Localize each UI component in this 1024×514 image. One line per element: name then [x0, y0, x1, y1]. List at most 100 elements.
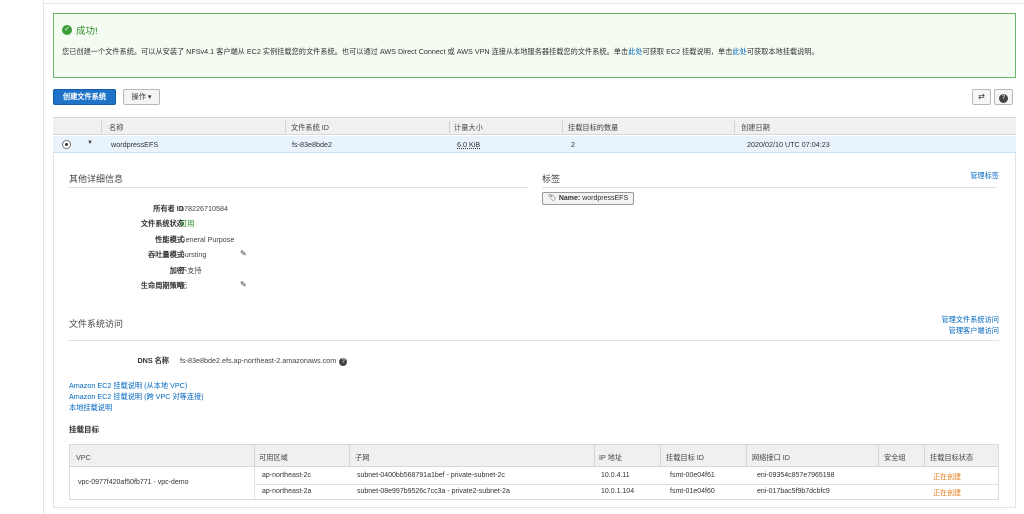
tags-divider — [542, 187, 997, 188]
mt-row1-eni: eni-09354c857e7965198 — [757, 472, 835, 479]
mt-row1-mt-id: fsmt-00e04f61 — [670, 472, 715, 479]
help-icon: ? — [999, 94, 1008, 103]
mt-row2-az: ap-northeast-2a — [262, 488, 312, 495]
alert-title-text: 成功! — [76, 26, 98, 37]
column-separator — [746, 445, 747, 467]
throughput-mode-label: 吞吐量模式 — [148, 250, 184, 259]
column-separator — [734, 121, 735, 133]
mt-row2-subnet: subnet-08e997b9526c7cc3a - private2-subn… — [357, 488, 510, 495]
manage-client-access-link[interactable]: 管理客户端访问 — [880, 326, 999, 336]
file-system-row[interactable]: ▼ wordpressEFS fs-83e8bde2 6.0 KiB 2 202… — [53, 136, 1016, 153]
throughput-mode-value: Bursting — [180, 250, 207, 259]
column-header-name[interactable]: 名称 — [109, 123, 123, 133]
column-separator — [878, 445, 879, 467]
mt-header-status: 挂载目标状态 — [930, 453, 974, 462]
creation-date: 2020/02/10 UTC 07:04:23 — [747, 140, 830, 149]
lifecycle-policy-value: 无 — [180, 281, 188, 290]
edit-lifecycle-pencil-icon[interactable]: ✎ — [240, 280, 247, 289]
alert-title: ✓ 成功! — [62, 23, 98, 37]
column-separator — [254, 445, 255, 467]
edit-throughput-pencil-icon[interactable]: ✎ — [240, 249, 247, 258]
owner-id-label: 所有者 ID — [153, 204, 184, 213]
mt-row2-ip: 10.0.1.104 — [601, 488, 635, 495]
refresh-button[interactable]: ⇄ — [972, 89, 991, 105]
mt-row2-eni: eni-017bac5f9b7dcbfc9 — [757, 488, 830, 495]
actions-dropdown-button[interactable]: 操作 ▾ — [123, 89, 160, 105]
expand-caret-icon[interactable]: ▼ — [87, 140, 93, 146]
column-separator — [562, 121, 563, 133]
tag-value: wordpressEFS — [582, 195, 629, 202]
other-details-title: 其他详细信息 — [69, 174, 124, 184]
alert-message-text-2: 可获取 EC2 挂载说明，单击 — [642, 47, 733, 56]
dns-name-text: fs-83e8bde2.efs.ap-northeast-2.amazonaws… — [180, 356, 337, 365]
alert-message-text-1: 您已创建一个文件系统。可以从安装了 NFSv4.1 客户端从 EC2 实例挂载您… — [62, 47, 629, 56]
mt-row2-mt-id: fsmt-01e04f60 — [670, 488, 715, 495]
manage-fs-access-link[interactable]: 管理文件系统访问 — [880, 315, 999, 325]
mt-row1-status: 正在创建 — [933, 474, 961, 481]
column-separator — [924, 445, 925, 467]
file-systems-table-header: 名称 文件系统 ID 计量大小 挂载目标的数量 创建日期 — [53, 117, 1016, 135]
vpc-cell-border — [254, 467, 255, 499]
column-header-separator — [449, 121, 450, 133]
column-header-created[interactable]: 创建日期 — [741, 123, 770, 133]
access-divider — [69, 340, 999, 341]
owner-id-value: 178226710584 — [180, 204, 228, 213]
mt-row1-az: ap-northeast-2c — [262, 472, 312, 479]
manage-tags-link[interactable]: 管理标签 — [900, 171, 999, 181]
encryption-value: 不支持 — [180, 266, 202, 275]
ec2-instructions-link[interactable]: 此处 — [628, 47, 642, 56]
name-tag-chip: 🏷 Name: wordpressEFS — [542, 192, 635, 205]
mt-header-subnet: 子网 — [355, 453, 370, 462]
column-separator — [660, 445, 661, 467]
mt-row1-ip: 10.0.4.11 — [601, 472, 630, 479]
column-separator — [349, 445, 350, 467]
ec2-mount-peering-link[interactable]: Amazon EC2 挂载说明 (跨 VPC 对等连接) — [69, 392, 204, 402]
mt-header-az: 可用区域 — [259, 453, 288, 462]
check-circle-icon: ✓ — [62, 25, 72, 35]
metered-size[interactable]: 6.0 KiB — [457, 140, 480, 149]
performance-mode-value: General Purpose — [180, 235, 235, 244]
refresh-icon: ⇄ — [978, 92, 985, 101]
mount-targets-title: 挂载目标 — [69, 425, 99, 434]
tags-title: 标签 — [542, 174, 561, 184]
column-separator — [594, 445, 595, 467]
dns-name-label: DNS 名称 — [137, 356, 169, 365]
column-separator — [285, 121, 286, 133]
dns-name-value: fs-83e8bde2.efs.ap-northeast-2.amazonaws… — [180, 356, 348, 366]
create-file-system-button[interactable]: 创建文件系统 — [53, 89, 116, 105]
details-divider — [69, 187, 529, 188]
help-button[interactable]: ? — [994, 89, 1013, 105]
tag-icon: 🏷 — [548, 195, 557, 202]
mt-row1-subnet: subnet-0400bb568791a1bef - private-subne… — [357, 472, 505, 479]
fs-status-label: 文件系统状态 — [140, 219, 184, 228]
left-sidebar — [0, 0, 44, 514]
mt-header-eni: 网络接口 ID — [752, 453, 790, 462]
column-separator — [101, 121, 102, 133]
file-system-id: fs-83e8bde2 — [292, 140, 332, 149]
encryption-label: 加密 — [169, 266, 184, 275]
column-header-mount-count[interactable]: 挂载目标的数量 — [568, 123, 618, 133]
onprem-mount-link[interactable]: 本地挂载说明 — [69, 403, 112, 413]
row-divider — [254, 484, 998, 485]
row-select-radio[interactable] — [62, 140, 71, 149]
alert-message: 您已创建一个文件系统。可以从安装了 NFSv4.1 客户端从 EC2 实例挂载您… — [62, 47, 819, 57]
mount-target-count: 2 — [571, 140, 575, 149]
fs-status-value: 可用 — [180, 219, 195, 228]
mt-header-vpc: VPC — [76, 453, 91, 462]
dns-help-icon[interactable]: ? — [339, 358, 348, 366]
column-header-size[interactable]: 计量大小 — [454, 123, 483, 133]
onprem-instructions-link[interactable]: 此处 — [732, 47, 746, 56]
performance-mode-label: 性能模式 — [155, 235, 184, 244]
fs-access-title: 文件系统访问 — [69, 319, 124, 329]
file-system-name: wordpressEFS — [111, 140, 159, 149]
mount-targets-header: VPC 可用区域 子网 IP 地址 挂载目标 ID 网络接口 ID 安全组 挂载… — [70, 445, 998, 467]
ec2-mount-local-vpc-link[interactable]: Amazon EC2 挂载说明 (从本地 VPC) — [69, 381, 187, 391]
top-divider — [44, 3, 1024, 4]
column-header-id[interactable]: 文件系统 ID — [291, 123, 329, 133]
mount-targets-table: VPC 可用区域 子网 IP 地址 挂载目标 ID 网络接口 ID 安全组 挂载… — [69, 444, 999, 500]
alert-message-text-3: 可获取本地挂载说明。 — [746, 47, 819, 56]
mt-row2-status: 正在创建 — [933, 490, 961, 497]
mt-header-mt-id: 挂载目标 ID — [666, 453, 704, 462]
mt-vpc: vpc-0977f420af50fb771 - vpc-demo — [78, 479, 189, 486]
lifecycle-policy-label: 生命周期策略 — [140, 281, 184, 290]
